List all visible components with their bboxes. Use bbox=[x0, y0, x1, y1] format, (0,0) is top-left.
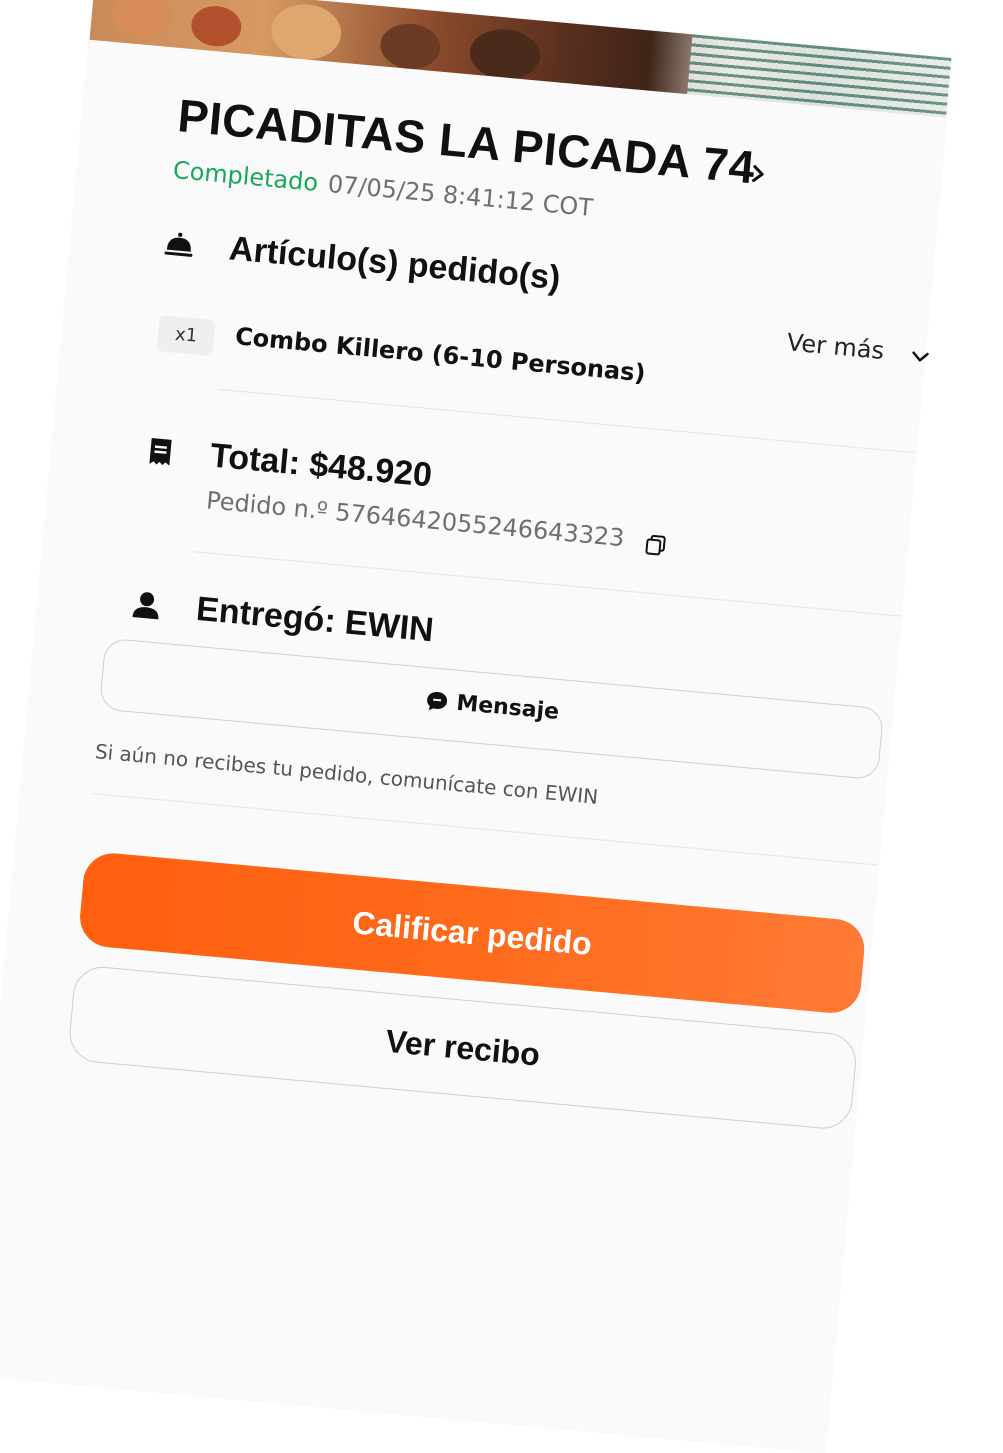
person-icon bbox=[132, 592, 159, 620]
order-card: PICADITAS LA PICADA 74 Completado 07/05/2… bbox=[0, 0, 952, 1453]
receipt-icon bbox=[149, 438, 172, 466]
item-quantity-badge: x1 bbox=[156, 315, 216, 357]
order-total: Total: $48.920 bbox=[208, 436, 434, 495]
items-section-title: Artículo(s) pedido(s) bbox=[227, 229, 563, 298]
copy-icon[interactable] bbox=[643, 532, 669, 558]
message-button-content: Mensaje bbox=[102, 659, 881, 755]
divider bbox=[91, 793, 879, 866]
food-photo-item bbox=[189, 4, 244, 49]
courier-title: Entregó: EWIN bbox=[194, 589, 436, 650]
food-photo-item bbox=[467, 26, 543, 83]
food-photo-item bbox=[268, 1, 344, 63]
chevron-right-icon[interactable] bbox=[747, 158, 772, 190]
message-button-label: Mensaje bbox=[455, 690, 561, 726]
divider bbox=[218, 388, 916, 454]
item-name: Combo Killero (6-10 Personas) bbox=[234, 322, 647, 388]
order-detail-screen: PICADITAS LA PICADA 74 Completado 07/05/2… bbox=[0, 0, 1003, 1453]
order-number: Pedido n.º 5764642055246643323 bbox=[205, 486, 626, 553]
chevron-down-icon[interactable] bbox=[908, 345, 932, 369]
see-more-button[interactable]: Ver más bbox=[786, 328, 886, 365]
order-sheet: PICADITAS LA PICADA 74 Completado 07/05/2… bbox=[0, 39, 947, 1453]
order-datetime: 07/05/25 8:41:12 COT bbox=[326, 170, 595, 222]
food-photo-item bbox=[378, 21, 443, 72]
food-photo bbox=[110, 0, 174, 41]
chat-bubble-icon bbox=[426, 691, 447, 711]
status-label: Completado bbox=[171, 155, 320, 197]
courier-hint: Si aún no recibes tu pedido, comunícate … bbox=[94, 739, 600, 809]
cloche-icon bbox=[164, 232, 193, 257]
